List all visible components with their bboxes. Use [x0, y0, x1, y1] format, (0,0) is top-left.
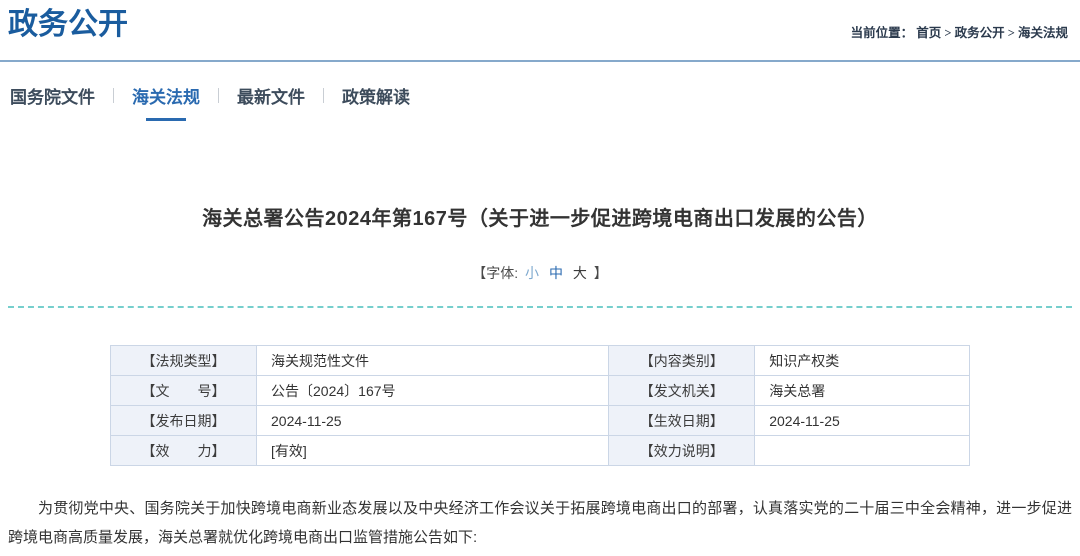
- font-size-large-button[interactable]: 大: [573, 265, 587, 281]
- meta-value-fabu-riqi: 2024-11-25: [256, 405, 610, 436]
- breadcrumb-separator: >: [941, 26, 955, 40]
- meta-value-shengxiao-riqi: 2024-11-25: [754, 405, 970, 436]
- meta-value-fawen-jiguan: 海关总署: [754, 375, 970, 406]
- document-meta-table: 【法规类型】 海关规范性文件 【内容类别】 知识产权类 【文 号】 公告〔202…: [109, 345, 970, 466]
- table-row: 【文 号】 公告〔2024〕167号 【发文机关】 海关总署: [109, 375, 970, 406]
- meta-label-shengxiao-riqi: 【生效日期】: [608, 405, 756, 436]
- font-size-medium-button[interactable]: 中: [549, 265, 563, 281]
- tab-zuixin-wenjian[interactable]: 最新文件: [235, 83, 307, 108]
- tab-divider: [323, 87, 324, 103]
- breadcrumb-prefix: 当前位置：: [850, 26, 914, 40]
- meta-label-fabu-riqi: 【发布日期】: [109, 405, 258, 436]
- meta-value-neirong-leibie: 知识产权类: [754, 345, 970, 376]
- table-row: 【发布日期】 2024-11-25 【生效日期】 2024-11-25: [109, 405, 970, 436]
- meta-value-xiaoli: [有效]: [256, 435, 610, 466]
- meta-label-xiaoli: 【效 力】: [109, 435, 258, 466]
- dotted-divider: [8, 306, 1072, 308]
- tab-zhengce-jiedu[interactable]: 政策解读: [340, 83, 412, 108]
- page-title: 政务公开: [8, 8, 128, 41]
- breadcrumb-item-hgfg[interactable]: 海关法规: [1018, 26, 1068, 40]
- breadcrumb-separator: >: [1004, 26, 1018, 40]
- meta-value-xiaoli-shuoming: [754, 435, 970, 466]
- tab-divider: [113, 87, 114, 103]
- article-body-paragraph: 为贯彻党中央、国务院关于加快跨境电商新业态发展以及中央经济工作会议关于拓展跨境电…: [8, 500, 1072, 546]
- tab-bar: 国务院文件 海关法规 最新文件 政策解读: [8, 83, 1080, 108]
- meta-value-wenhao: 公告〔2024〕167号: [256, 375, 610, 406]
- page-header: 政务公开 当前位置： 首页 > 政务公开 > 海关法规: [0, 0, 1080, 62]
- header-divider: [0, 60, 1080, 62]
- table-row: 【法规类型】 海关规范性文件 【内容类别】 知识产权类: [109, 345, 970, 376]
- article-title: 海关总署公告2024年第167号（关于进一步促进跨境电商出口发展的公告）: [202, 208, 878, 230]
- meta-label-xiaoli-shuoming: 【效力说明】: [608, 435, 756, 466]
- meta-label-fagui-leixing: 【法规类型】: [109, 345, 258, 376]
- tab-divider: [218, 87, 219, 103]
- breadcrumb-item-home[interactable]: 首页: [916, 26, 941, 40]
- tab-guowuyuan-wenjian[interactable]: 国务院文件: [8, 83, 97, 108]
- font-size-selector: 【字体: 小 中 大 】: [0, 263, 1080, 283]
- font-size-label: 【字体:: [472, 265, 519, 281]
- table-row: 【效 力】 [有效] 【效力说明】: [109, 435, 970, 466]
- font-size-small-button[interactable]: 小: [525, 265, 539, 281]
- meta-label-neirong-leibie: 【内容类别】: [608, 345, 756, 376]
- font-size-label-suffix: 】: [593, 265, 608, 281]
- breadcrumb: 当前位置： 首页 > 政务公开 > 海关法规: [851, 22, 1068, 41]
- meta-label-fawen-jiguan: 【发文机关】: [608, 375, 756, 406]
- meta-label-wenhao: 【文 号】: [109, 375, 258, 406]
- tab-haiguan-fagui[interactable]: 海关法规: [130, 83, 202, 108]
- meta-value-fagui-leixing: 海关规范性文件: [256, 345, 610, 376]
- breadcrumb-item-zwgk[interactable]: 政务公开: [955, 26, 1005, 40]
